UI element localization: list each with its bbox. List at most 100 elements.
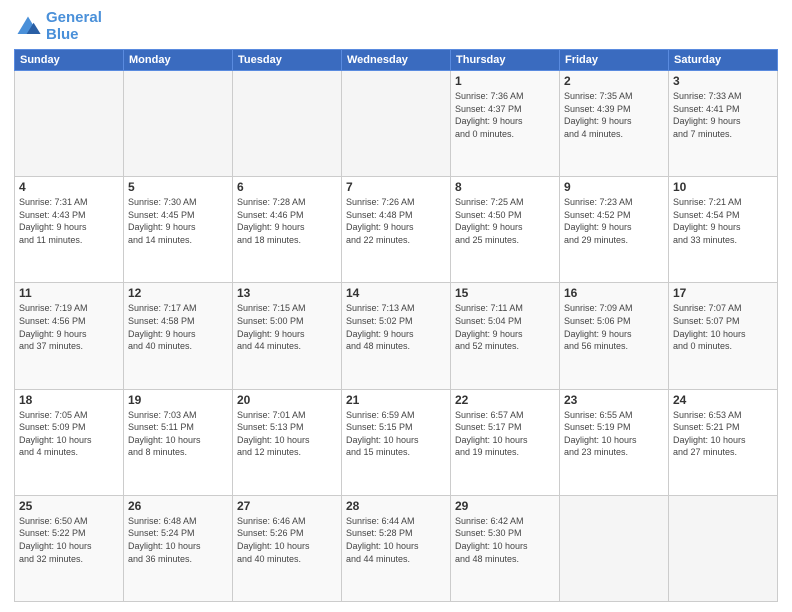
calendar-header-wednesday: Wednesday <box>342 50 451 71</box>
day-number: 4 <box>19 180 119 194</box>
calendar-header-saturday: Saturday <box>669 50 778 71</box>
calendar-cell: 20 Sunrise: 7:01 AM Sunset: 5:13 PM Dayli… <box>233 389 342 495</box>
calendar-cell: 27 Sunrise: 6:46 AM Sunset: 5:26 PM Dayli… <box>233 495 342 601</box>
day-info: Sunrise: 7:31 AM Sunset: 4:43 PM Dayligh… <box>19 196 119 246</box>
calendar-cell: 13Sunrise: 7:15 AM Sunset: 5:00 PM Dayli… <box>233 283 342 389</box>
day-info: Sunrise: 7:35 AM Sunset: 4:39 PM Dayligh… <box>564 90 664 140</box>
logo-text: General Blue <box>46 10 102 43</box>
calendar-cell: 8Sunrise: 7:25 AM Sunset: 4:50 PM Daylig… <box>451 177 560 283</box>
day-number: 12 <box>128 286 228 300</box>
day-number: 24 <box>673 393 773 407</box>
calendar-cell: 18Sunrise: 7:05 AM Sunset: 5:09 PM Dayli… <box>15 389 124 495</box>
day-number: 5 <box>128 180 228 194</box>
calendar-cell: 3 Sunrise: 7:33 AM Sunset: 4:41 PM Daylig… <box>669 71 778 177</box>
day-number: 20 <box>237 393 337 407</box>
day-info: Sunrise: 7:07 AM Sunset: 5:07 PM Dayligh… <box>673 302 773 352</box>
day-info: Sunrise: 6:44 AM Sunset: 5:28 PM Dayligh… <box>346 515 446 565</box>
day-info: Sunrise: 7:05 AM Sunset: 5:09 PM Dayligh… <box>19 409 119 459</box>
day-info: Sunrise: 6:57 AM Sunset: 5:17 PM Dayligh… <box>455 409 555 459</box>
calendar-cell: 9 Sunrise: 7:23 AM Sunset: 4:52 PM Daylig… <box>560 177 669 283</box>
calendar-header-row: SundayMondayTuesdayWednesdayThursdayFrid… <box>15 50 778 71</box>
calendar-header-thursday: Thursday <box>451 50 560 71</box>
calendar-cell: 5 Sunrise: 7:30 AM Sunset: 4:45 PM Daylig… <box>124 177 233 283</box>
day-number: 3 <box>673 74 773 88</box>
calendar-cell: 28 Sunrise: 6:44 AM Sunset: 5:28 PM Dayli… <box>342 495 451 601</box>
day-info: Sunrise: 6:59 AM Sunset: 5:15 PM Dayligh… <box>346 409 446 459</box>
day-info: Sunrise: 7:11 AM Sunset: 5:04 PM Dayligh… <box>455 302 555 352</box>
calendar-cell: 12 Sunrise: 7:17 AM Sunset: 4:58 PM Dayli… <box>124 283 233 389</box>
day-number: 27 <box>237 499 337 513</box>
day-info: Sunrise: 7:01 AM Sunset: 5:13 PM Dayligh… <box>237 409 337 459</box>
day-number: 2 <box>564 74 664 88</box>
calendar-cell: 1 Sunrise: 7:36 AM Sunset: 4:37 PM Daylig… <box>451 71 560 177</box>
calendar-header-friday: Friday <box>560 50 669 71</box>
day-info: Sunrise: 7:33 AM Sunset: 4:41 PM Dayligh… <box>673 90 773 140</box>
day-number: 28 <box>346 499 446 513</box>
day-info: Sunrise: 6:50 AM Sunset: 5:22 PM Dayligh… <box>19 515 119 565</box>
day-number: 6 <box>237 180 337 194</box>
calendar-cell: 21 Sunrise: 6:59 AM Sunset: 5:15 PM Dayli… <box>342 389 451 495</box>
calendar-cell: 2 Sunrise: 7:35 AM Sunset: 4:39 PM Daylig… <box>560 71 669 177</box>
calendar-week-4: 25 Sunrise: 6:50 AM Sunset: 5:22 PM Dayli… <box>15 495 778 601</box>
day-number: 22 <box>455 393 555 407</box>
calendar-week-0: 1 Sunrise: 7:36 AM Sunset: 4:37 PM Daylig… <box>15 71 778 177</box>
calendar-cell: 25 Sunrise: 6:50 AM Sunset: 5:22 PM Dayli… <box>15 495 124 601</box>
day-info: Sunrise: 7:15 AM Sunset: 5:00 PM Dayligh… <box>237 302 337 352</box>
calendar-cell: 15 Sunrise: 7:11 AM Sunset: 5:04 PM Dayli… <box>451 283 560 389</box>
calendar-cell <box>342 71 451 177</box>
calendar-cell: 29Sunrise: 6:42 AM Sunset: 5:30 PM Dayli… <box>451 495 560 601</box>
calendar-cell: 19Sunrise: 7:03 AM Sunset: 5:11 PM Dayli… <box>124 389 233 495</box>
day-info: Sunrise: 6:48 AM Sunset: 5:24 PM Dayligh… <box>128 515 228 565</box>
calendar-table: SundayMondayTuesdayWednesdayThursdayFrid… <box>14 49 778 602</box>
calendar-header-sunday: Sunday <box>15 50 124 71</box>
header: General Blue <box>14 10 778 43</box>
day-number: 29 <box>455 499 555 513</box>
calendar-header-monday: Monday <box>124 50 233 71</box>
calendar-cell: 11 Sunrise: 7:19 AM Sunset: 4:56 PM Dayli… <box>15 283 124 389</box>
page: General Blue SundayMondayTuesdayWednesda… <box>0 0 792 612</box>
calendar-week-3: 18Sunrise: 7:05 AM Sunset: 5:09 PM Dayli… <box>15 389 778 495</box>
day-info: Sunrise: 7:30 AM Sunset: 4:45 PM Dayligh… <box>128 196 228 246</box>
logo-icon <box>14 13 42 41</box>
calendar-cell <box>233 71 342 177</box>
calendar-cell: 10Sunrise: 7:21 AM Sunset: 4:54 PM Dayli… <box>669 177 778 283</box>
calendar-cell <box>669 495 778 601</box>
day-info: Sunrise: 7:21 AM Sunset: 4:54 PM Dayligh… <box>673 196 773 246</box>
calendar-cell: 4 Sunrise: 7:31 AM Sunset: 4:43 PM Daylig… <box>15 177 124 283</box>
calendar-cell: 16 Sunrise: 7:09 AM Sunset: 5:06 PM Dayli… <box>560 283 669 389</box>
calendar-header-tuesday: Tuesday <box>233 50 342 71</box>
calendar-cell: 23Sunrise: 6:55 AM Sunset: 5:19 PM Dayli… <box>560 389 669 495</box>
day-number: 21 <box>346 393 446 407</box>
day-info: Sunrise: 7:13 AM Sunset: 5:02 PM Dayligh… <box>346 302 446 352</box>
day-number: 15 <box>455 286 555 300</box>
day-number: 8 <box>455 180 555 194</box>
day-info: Sunrise: 7:19 AM Sunset: 4:56 PM Dayligh… <box>19 302 119 352</box>
day-number: 1 <box>455 74 555 88</box>
calendar-cell <box>560 495 669 601</box>
calendar-cell: 24 Sunrise: 6:53 AM Sunset: 5:21 PM Dayli… <box>669 389 778 495</box>
calendar-cell: 26Sunrise: 6:48 AM Sunset: 5:24 PM Dayli… <box>124 495 233 601</box>
calendar-cell: 17Sunrise: 7:07 AM Sunset: 5:07 PM Dayli… <box>669 283 778 389</box>
day-info: Sunrise: 7:17 AM Sunset: 4:58 PM Dayligh… <box>128 302 228 352</box>
day-info: Sunrise: 7:23 AM Sunset: 4:52 PM Dayligh… <box>564 196 664 246</box>
day-number: 16 <box>564 286 664 300</box>
day-info: Sunrise: 7:09 AM Sunset: 5:06 PM Dayligh… <box>564 302 664 352</box>
day-info: Sunrise: 7:26 AM Sunset: 4:48 PM Dayligh… <box>346 196 446 246</box>
day-info: Sunrise: 6:46 AM Sunset: 5:26 PM Dayligh… <box>237 515 337 565</box>
calendar-week-1: 4 Sunrise: 7:31 AM Sunset: 4:43 PM Daylig… <box>15 177 778 283</box>
day-number: 9 <box>564 180 664 194</box>
calendar-cell <box>124 71 233 177</box>
day-number: 23 <box>564 393 664 407</box>
calendar-cell: 6Sunrise: 7:28 AM Sunset: 4:46 PM Daylig… <box>233 177 342 283</box>
calendar-cell: 14 Sunrise: 7:13 AM Sunset: 5:02 PM Dayli… <box>342 283 451 389</box>
day-number: 19 <box>128 393 228 407</box>
day-number: 25 <box>19 499 119 513</box>
logo: General Blue <box>14 10 102 43</box>
day-number: 11 <box>19 286 119 300</box>
day-number: 14 <box>346 286 446 300</box>
day-info: Sunrise: 7:36 AM Sunset: 4:37 PM Dayligh… <box>455 90 555 140</box>
calendar-cell <box>15 71 124 177</box>
calendar-week-2: 11 Sunrise: 7:19 AM Sunset: 4:56 PM Dayli… <box>15 283 778 389</box>
day-info: Sunrise: 6:53 AM Sunset: 5:21 PM Dayligh… <box>673 409 773 459</box>
calendar-cell: 7Sunrise: 7:26 AM Sunset: 4:48 PM Daylig… <box>342 177 451 283</box>
